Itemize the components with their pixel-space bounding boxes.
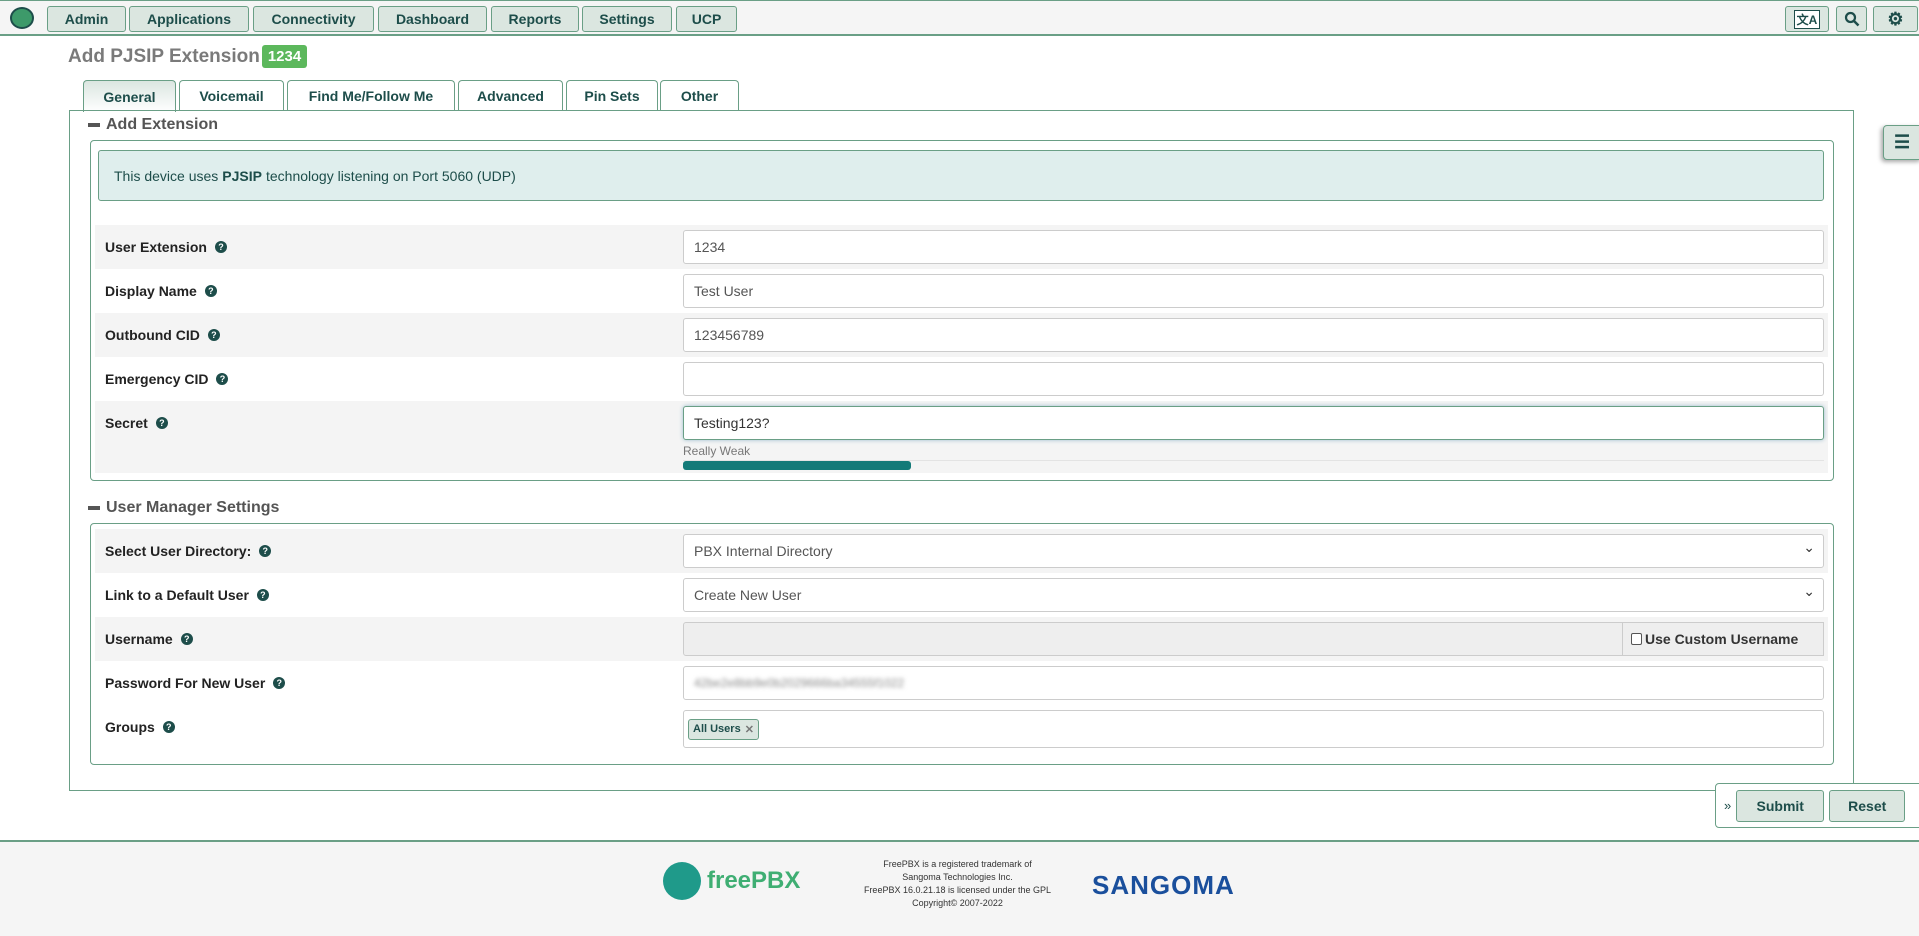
gear-icon[interactable]: ⚙ xyxy=(1873,6,1918,32)
default-user-value: Create New User xyxy=(694,587,802,603)
nav-applications[interactable]: Applications xyxy=(129,6,249,32)
nav-connectivity[interactable]: Connectivity xyxy=(253,6,374,32)
help-icon[interactable]: ? xyxy=(259,545,272,557)
page-title-text: Add PJSIP Extension xyxy=(68,45,260,67)
freepbx-logo-icon[interactable] xyxy=(10,7,34,29)
help-icon[interactable]: ? xyxy=(207,329,220,341)
custom-username-checkbox[interactable] xyxy=(1631,633,1642,645)
translate-icon[interactable]: 文A xyxy=(1785,6,1829,32)
page-title: Add PJSIP Extension 1234 xyxy=(68,45,308,68)
footer-text: FreePBX is a registered trademark of Sang… xyxy=(855,858,1060,910)
default-user-row: Link to a Default User? Create New User xyxy=(95,573,1828,617)
group-tag: All Users ✕ xyxy=(688,718,759,740)
nav-dashboard[interactable]: Dashboard xyxy=(378,6,487,32)
secret-label: Secret xyxy=(105,415,148,431)
help-icon[interactable]: ? xyxy=(216,373,229,385)
action-bar: » Submit Reset xyxy=(1715,783,1919,828)
custom-username-label[interactable]: Use Custom Username xyxy=(1645,631,1798,647)
info-text-rest: technology listening on Port 5060 (UDP) xyxy=(265,167,516,184)
strength-meter xyxy=(683,460,1824,470)
footer-line: Sangoma Technologies Inc. xyxy=(902,872,1013,882)
password-input[interactable]: 42be2e8bb9e0b2029666ba34555f1022 xyxy=(683,666,1824,700)
nav-settings[interactable]: Settings xyxy=(582,6,672,32)
help-icon[interactable]: ? xyxy=(214,241,227,253)
freepbx-logo-text: freePBX xyxy=(707,867,801,894)
footer: freePBX FreePBX is a registered trademar… xyxy=(0,840,1919,936)
user-manager-header[interactable]: User Manager Settings xyxy=(88,499,279,517)
search-icon[interactable] xyxy=(1836,6,1867,32)
remove-tag-icon[interactable]: ✕ xyxy=(745,723,754,736)
user-extension-input[interactable]: 1234 xyxy=(683,230,1824,264)
emergency-cid-input[interactable] xyxy=(683,362,1824,396)
info-text: This device uses xyxy=(114,167,219,184)
help-icon[interactable]: ? xyxy=(273,677,286,689)
help-icon[interactable]: ? xyxy=(162,721,175,733)
section-title: Add Extension xyxy=(106,116,219,133)
secret-row: Secret? Testing123? Really Weak xyxy=(95,401,1828,473)
tab-pin-sets[interactable]: Pin Sets xyxy=(566,80,658,111)
tab-voicemail[interactable]: Voicemail xyxy=(179,80,284,111)
help-icon[interactable]: ? xyxy=(180,633,193,645)
display-name-label: Display Name xyxy=(105,283,197,299)
strength-label: Really Weak xyxy=(683,444,751,458)
outbound-cid-input[interactable]: 123456789 xyxy=(683,318,1824,352)
username-label: Username xyxy=(105,631,173,647)
add-extension-header[interactable]: Add Extension xyxy=(88,116,218,134)
groups-label: Groups xyxy=(105,719,155,735)
user-directory-label: Select User Directory: xyxy=(105,543,252,559)
section-title: User Manager Settings xyxy=(106,499,280,516)
tab-find-me-follow-me[interactable]: Find Me/Follow Me xyxy=(287,80,455,111)
default-user-label: Link to a Default User xyxy=(105,587,249,603)
user-directory-select[interactable]: PBX Internal Directory xyxy=(683,534,1824,568)
emergency-cid-row: Emergency CID? xyxy=(95,357,1828,401)
sangoma-logo: SANGOMA xyxy=(1092,870,1235,900)
default-user-select[interactable]: Create New User xyxy=(683,578,1824,612)
display-name-row: Display Name? Test User xyxy=(95,269,1828,313)
technology-info-box: This device uses PJSIP technology listen… xyxy=(98,150,1824,201)
footer-line: FreePBX is a registered trademark of xyxy=(883,859,1032,869)
footer-line: FreePBX 16.0.21.18 is licensed under the… xyxy=(863,885,1052,895)
tab-other[interactable]: Other xyxy=(660,80,739,111)
tab-general[interactable]: General xyxy=(83,80,176,112)
info-tech: PJSIP xyxy=(222,167,262,184)
top-nav: Admin Applications Connectivity Dashboar… xyxy=(0,0,1919,36)
tab-advanced[interactable]: Advanced xyxy=(458,80,563,111)
strength-bar xyxy=(683,461,912,470)
nav-reports[interactable]: Reports xyxy=(491,6,579,32)
user-directory-row: Select User Directory:? PBX Internal Dire… xyxy=(95,529,1828,573)
password-label: Password For New User xyxy=(105,675,266,691)
help-icon[interactable]: ? xyxy=(204,285,217,297)
username-input xyxy=(683,622,1623,656)
custom-username-addon: Use Custom Username xyxy=(1623,622,1824,656)
group-tag-label: All Users xyxy=(693,723,741,735)
outbound-cid-label: Outbound CID xyxy=(105,327,200,343)
reset-button[interactable]: Reset xyxy=(1829,789,1906,822)
secret-input[interactable]: Testing123? xyxy=(683,406,1824,440)
emergency-cid-label: Emergency CID xyxy=(105,371,209,387)
collapse-icon[interactable] xyxy=(88,123,100,127)
groups-input[interactable]: All Users ✕ xyxy=(683,710,1824,748)
outbound-cid-row: Outbound CID? 123456789 xyxy=(95,313,1828,357)
nav-ucp[interactable]: UCP xyxy=(676,6,737,32)
password-value: 42be2e8bb9e0b2029666ba34555f1022 xyxy=(694,676,905,690)
user-extension-row: User Extension? 1234 xyxy=(95,225,1828,269)
freepbx-logo: freePBX xyxy=(663,862,800,900)
footer-line: Copyright© 2007-2022 xyxy=(912,898,1003,908)
username-row: Username? Use Custom Username xyxy=(95,617,1828,661)
list-menu-icon[interactable]: ☰ xyxy=(1883,125,1919,160)
groups-row: Groups? All Users ✕ xyxy=(95,705,1828,751)
submit-button[interactable]: Submit xyxy=(1736,789,1825,822)
user-extension-label: User Extension xyxy=(105,239,207,255)
display-name-input[interactable]: Test User xyxy=(683,274,1824,308)
help-icon[interactable]: ? xyxy=(155,417,168,429)
password-row: Password For New User? 42be2e8bb9e0b20296… xyxy=(95,661,1828,705)
nav-admin[interactable]: Admin xyxy=(47,6,126,32)
collapse-icon[interactable] xyxy=(88,506,100,510)
extension-badge: 1234 xyxy=(261,45,308,68)
help-icon[interactable]: ? xyxy=(256,589,269,601)
user-directory-value: PBX Internal Directory xyxy=(694,543,833,559)
collapse-actions-icon[interactable]: » xyxy=(1724,798,1731,813)
